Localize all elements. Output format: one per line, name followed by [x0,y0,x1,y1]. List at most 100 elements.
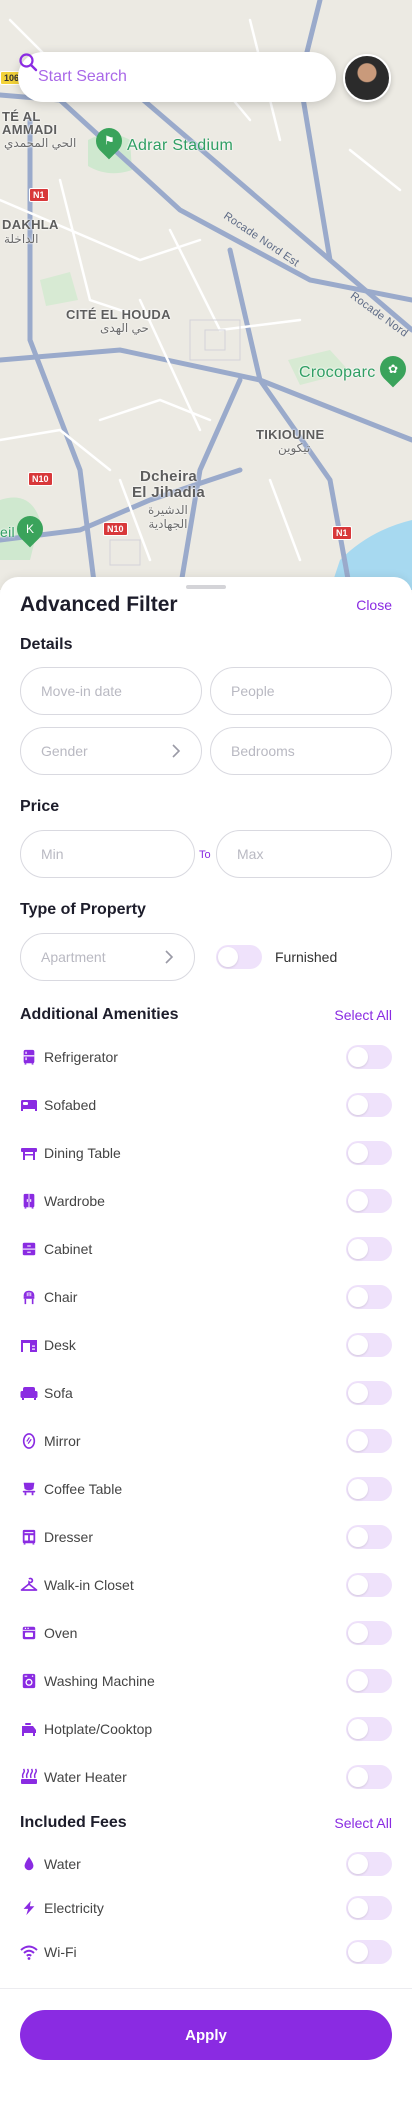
price-max-field[interactable] [216,830,392,878]
refrigerator-toggle[interactable] [346,1045,392,1069]
amenity-label: Water Heater [44,1769,127,1785]
dining-table-toggle[interactable] [346,1141,392,1165]
water-drop-icon [20,1855,38,1873]
hotplate-icon [20,1720,38,1738]
wi-fi-toggle[interactable] [346,1940,392,1964]
price-max-input[interactable] [237,846,391,862]
avatar[interactable] [343,54,391,102]
map-label-te-al-ammadi-ar: الحي المحمدي [4,136,77,150]
map-label-dcheira-ar: الدشيرة الجهادية [148,503,188,531]
amenity-row-chair: Chair [20,1283,392,1311]
search-input[interactable] [38,68,278,86]
amenity-row-hotplate-cooktop: Hotplate/Cooktop [20,1715,392,1743]
amenity-label: Refrigerator [44,1049,118,1065]
dining-table-icon [20,1144,38,1162]
advanced-filter-sheet: Advanced Filter Close Details Gender Pri… [0,577,412,2102]
water-toggle[interactable] [346,1852,392,1876]
price-min-field[interactable] [20,830,195,878]
apply-button[interactable]: Apply [20,2010,392,2060]
bedrooms-field[interactable] [210,727,392,775]
amenity-row-sofa: Sofa [20,1379,392,1407]
close-button[interactable]: Close [356,597,392,613]
amenity-label: Electricity [44,1900,104,1916]
amenity-row-washing-machine: Washing Machine [20,1667,392,1695]
oven-toggle[interactable] [346,1621,392,1645]
footer-divider [0,1988,412,1989]
amenity-row-refrigerator: Refrigerator [20,1043,392,1071]
dresser-icon [20,1528,38,1546]
wardrobe-toggle[interactable] [346,1189,392,1213]
hotplate-cooktop-toggle[interactable] [346,1717,392,1741]
amenity-label: Coffee Table [44,1481,123,1497]
cabinet-icon [20,1240,38,1258]
amenity-row-cabinet: Cabinet [20,1235,392,1263]
amenity-label: Sofabed [44,1097,97,1113]
amenity-label: Dining Table [44,1145,121,1161]
map-label-tikiouine-ar: تيكوين [278,441,311,455]
amenity-label: Sofa [44,1385,73,1401]
sofa-toggle[interactable] [346,1381,392,1405]
amenity-label: Wi-Fi [44,1944,77,1960]
sheet-header: Advanced Filter Close [20,593,392,617]
furnished-label: Furnished [275,949,338,965]
amenity-label: Washing Machine [44,1673,155,1689]
map-label-crocoparc[interactable]: Crocoparc [299,364,376,382]
chair-toggle[interactable] [346,1285,392,1309]
amenity-row-dresser: Dresser [20,1523,392,1551]
gender-select[interactable]: Gender [20,727,202,775]
property-type-select[interactable]: Apartment [20,933,195,981]
amenity-row-electricity: Electricity [20,1894,392,1922]
road-shield-n10: N10 [103,522,128,536]
mirror-toggle[interactable] [346,1429,392,1453]
map-label-dcheira: Dcheira El Jihadia [132,468,206,501]
move-in-date-input[interactable] [41,683,201,699]
map-label-dakhla-ar: الداخلة [4,232,39,246]
amenity-row-walk-in-closet: Walk-in Closet [20,1571,392,1599]
gender-placeholder: Gender [41,743,88,759]
move-in-date-field[interactable] [20,667,202,715]
people-field[interactable] [210,667,392,715]
sheet-title: Advanced Filter [20,593,178,616]
amenity-label: Cabinet [44,1241,93,1257]
water-heater-toggle[interactable] [346,1765,392,1789]
wifi-icon [20,1943,38,1961]
map-label-cite-el-houda-ar: حي الهدى [100,321,149,335]
desk-toggle[interactable] [346,1333,392,1357]
drag-handle[interactable] [186,585,226,589]
fees-select-all-button[interactable]: Select All [334,1815,392,1831]
map-label-eil: eil [0,524,15,540]
bedrooms-input[interactable] [231,743,391,759]
included-fees-title: Included Fees [20,1814,127,1831]
amenity-row-wi-fi: Wi-Fi [20,1938,392,1966]
people-input[interactable] [231,683,391,699]
amenities-title: Additional Amenities [20,1006,179,1023]
amenity-row-wardrobe: Wardrobe [20,1187,392,1215]
coffee-table-toggle[interactable] [346,1477,392,1501]
price-min-input[interactable] [41,846,194,862]
dresser-toggle[interactable] [346,1525,392,1549]
road-shield-n10: N10 [28,472,53,486]
chevron-right-icon [165,950,174,964]
amenity-label: Desk [44,1337,76,1353]
amenity-label: Water [44,1856,81,1872]
road-shield-n1: N1 [332,526,352,540]
amenity-label: Dresser [44,1529,94,1545]
map-label-te-al-ammadi: TÉ AL AMMADI [2,109,58,137]
amenity-row-water: Water [20,1850,392,1878]
search-bar[interactable] [18,52,336,102]
mirror-icon [20,1432,38,1450]
amenity-row-dining-table: Dining Table [20,1139,392,1167]
map-view[interactable]: TÉ AL AMMADI الحي المحمدي ⚑ Adrar Stadiu… [0,0,412,590]
electricity-toggle[interactable] [346,1896,392,1920]
hanger-icon [20,1576,38,1594]
furnished-toggle[interactable] [216,945,262,969]
cabinet-toggle[interactable] [346,1237,392,1261]
chevron-right-icon [172,744,181,758]
map-label-adrar-stadium[interactable]: Adrar Stadium [127,137,233,155]
sofabed-toggle[interactable] [346,1093,392,1117]
amenities-select-all-button[interactable]: Select All [334,1007,392,1023]
walk-in-closet-toggle[interactable] [346,1573,392,1597]
coffee-table-icon [20,1480,38,1498]
washing-machine-toggle[interactable] [346,1669,392,1693]
details-title: Details [20,636,73,653]
